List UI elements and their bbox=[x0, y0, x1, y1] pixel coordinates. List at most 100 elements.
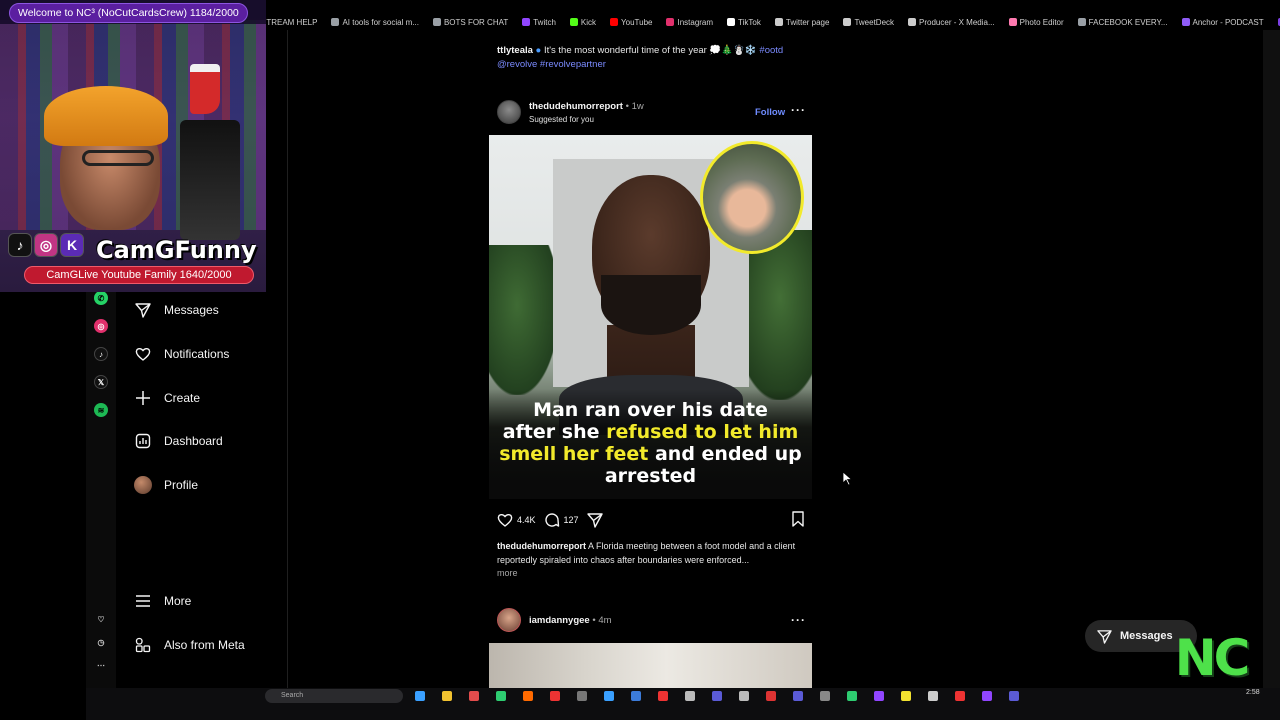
page-scrollbar[interactable] bbox=[1263, 30, 1280, 688]
more-options-icon[interactable]: ··· bbox=[791, 103, 806, 117]
bookmark-label: TweetDeck bbox=[854, 17, 895, 27]
nav-create[interactable]: Create bbox=[134, 389, 200, 407]
taskbar-app-icon[interactable] bbox=[469, 691, 479, 701]
taskbar-app-icon[interactable] bbox=[847, 691, 857, 701]
heart-small-icon[interactable]: ♡ bbox=[94, 612, 108, 626]
comment-count: 127 bbox=[563, 515, 579, 525]
bookmark-label: Anchor - PODCAST bbox=[1192, 17, 1264, 27]
messages-icon bbox=[134, 301, 152, 319]
bookmark-label: Instagram bbox=[677, 17, 714, 27]
next-post-username[interactable]: iamdannygee bbox=[529, 615, 590, 626]
nav-dashboard[interactable]: Dashboard bbox=[134, 432, 223, 450]
more-options-icon[interactable]: ··· bbox=[791, 613, 806, 627]
post-username[interactable]: thedudehumorreport bbox=[529, 101, 623, 112]
webcam-glasses bbox=[82, 150, 154, 166]
instagram-icon[interactable]: ◎ bbox=[94, 319, 108, 333]
caption-username[interactable]: thedudehumorreport bbox=[497, 541, 586, 551]
taskbar-app-icon[interactable] bbox=[442, 691, 452, 701]
previous-post-username[interactable]: ttlyteala bbox=[497, 45, 533, 56]
bookmark-item[interactable]: BOTS FOR CHAT bbox=[432, 18, 508, 27]
comment-icon bbox=[544, 513, 559, 527]
image-headline: Man ran over his date after she refused … bbox=[489, 399, 812, 487]
bookmark-label: AI tools for social m... bbox=[342, 17, 419, 27]
suggested-label: Suggested for you bbox=[529, 115, 594, 124]
taskbar-app-icon[interactable] bbox=[496, 691, 506, 701]
kick-icon: K bbox=[60, 233, 84, 257]
image-feet-inset bbox=[700, 141, 804, 254]
taskbar-app-icon[interactable] bbox=[658, 691, 668, 701]
taskbar-app-icon[interactable] bbox=[793, 691, 803, 701]
spotify-icon[interactable]: ≋ bbox=[94, 403, 108, 417]
avatar[interactable] bbox=[497, 608, 521, 632]
taskbar-app-icon[interactable] bbox=[604, 691, 614, 701]
bookmark-item[interactable]: Twitch bbox=[522, 18, 556, 27]
dashboard-icon bbox=[134, 432, 152, 450]
bookmark-item[interactable]: FACEBOOK EVERY... bbox=[1077, 18, 1168, 27]
bookmark-icon bbox=[432, 18, 441, 26]
post-image[interactable]: Man ran over his date after she refused … bbox=[489, 135, 812, 499]
tags-link[interactable]: @revolve #revolvepartner bbox=[497, 59, 606, 70]
taskbar-app-icon[interactable] bbox=[415, 691, 425, 701]
bookmark-item[interactable]: Producer - X Media... bbox=[908, 18, 995, 27]
avatar bbox=[134, 476, 152, 494]
taskbar-app-icon[interactable] bbox=[577, 691, 587, 701]
bookmark-item[interactable]: Instagram bbox=[666, 18, 713, 27]
history-icon[interactable]: ◷ bbox=[94, 635, 108, 649]
next-post-image[interactable] bbox=[489, 643, 812, 688]
more-small-icon[interactable]: ⋯ bbox=[94, 658, 108, 672]
bookmark-item[interactable]: Anchor - PODCAST bbox=[1181, 17, 1264, 27]
like-button[interactable]: 4.4K bbox=[497, 512, 536, 528]
avatar[interactable] bbox=[497, 100, 521, 124]
taskbar-app-icon[interactable] bbox=[955, 691, 965, 701]
bookmark-item[interactable]: YouTube bbox=[610, 18, 652, 27]
taskbar-app-icon[interactable] bbox=[712, 691, 722, 701]
messages-icon bbox=[1097, 629, 1112, 644]
taskbar-search[interactable]: Search bbox=[265, 689, 403, 703]
taskbar-app-icon[interactable] bbox=[739, 691, 749, 701]
heart-icon bbox=[134, 345, 152, 363]
nav-notifications[interactable]: Notifications bbox=[134, 345, 229, 363]
bookmark-label: Photo Editor bbox=[1019, 17, 1064, 27]
taskbar-app-icon[interactable] bbox=[901, 691, 911, 701]
caption-more-link[interactable]: more bbox=[497, 567, 802, 581]
save-button[interactable] bbox=[791, 511, 805, 529]
nav-profile[interactable]: Profile bbox=[134, 476, 198, 494]
webcam-stocking bbox=[190, 64, 220, 114]
bookmark-label: Kick bbox=[580, 17, 597, 27]
taskbar-app-icon[interactable] bbox=[685, 691, 695, 701]
bookmark-icon bbox=[1181, 18, 1190, 26]
nav-messages[interactable]: Messages bbox=[134, 301, 219, 319]
taskbar-app-icon[interactable] bbox=[982, 691, 992, 701]
bookmark-item[interactable]: TikTok bbox=[727, 18, 761, 27]
taskbar-app-icon[interactable] bbox=[766, 691, 776, 701]
taskbar-app-icon[interactable] bbox=[874, 691, 884, 701]
bookmark-item[interactable]: TweetDeck bbox=[843, 18, 894, 27]
bookmark-item[interactable]: Twitter page bbox=[774, 18, 829, 27]
bookmark-item[interactable]: Kick bbox=[569, 17, 597, 27]
bookmark-item[interactable]: AI tools for social m... bbox=[331, 17, 419, 27]
whatsapp-icon[interactable]: ✆ bbox=[94, 291, 108, 305]
taskbar-app-icon[interactable] bbox=[550, 691, 560, 701]
bookmark-icon bbox=[727, 18, 736, 26]
meta-icon bbox=[134, 636, 152, 654]
verified-icon: ● bbox=[535, 45, 542, 56]
nav-label: Also from Meta bbox=[164, 638, 245, 652]
x-icon[interactable]: 𝕏 bbox=[94, 375, 108, 389]
taskbar-app-icon[interactable] bbox=[523, 691, 533, 701]
taskbar-app-icon[interactable] bbox=[1009, 691, 1019, 701]
taskbar-app-icon[interactable] bbox=[820, 691, 830, 701]
nav-also-from-meta[interactable]: Also from Meta bbox=[134, 636, 245, 654]
taskbar-app-icon[interactable] bbox=[631, 691, 641, 701]
tiktok-icon[interactable]: ♪ bbox=[94, 347, 108, 361]
welcome-badge: Welcome to NC³ (NoCutCardsCrew) 1184/200… bbox=[9, 3, 248, 23]
follow-button[interactable]: Follow bbox=[755, 107, 785, 118]
bookmark-item[interactable]: Photo Editor bbox=[1008, 17, 1064, 27]
hashtag-link[interactable]: #ootd bbox=[759, 45, 783, 56]
nav-label: Create bbox=[164, 391, 201, 405]
taskbar-app-icon[interactable] bbox=[928, 691, 938, 701]
share-button[interactable] bbox=[586, 512, 603, 528]
comment-button[interactable]: 127 bbox=[544, 512, 579, 528]
nav-more[interactable]: More bbox=[134, 592, 191, 610]
family-goal-badge: CamGLive Youtube Family 1640/2000 bbox=[24, 266, 254, 284]
next-post-username-line: iamdannygee • 4m bbox=[529, 615, 612, 626]
